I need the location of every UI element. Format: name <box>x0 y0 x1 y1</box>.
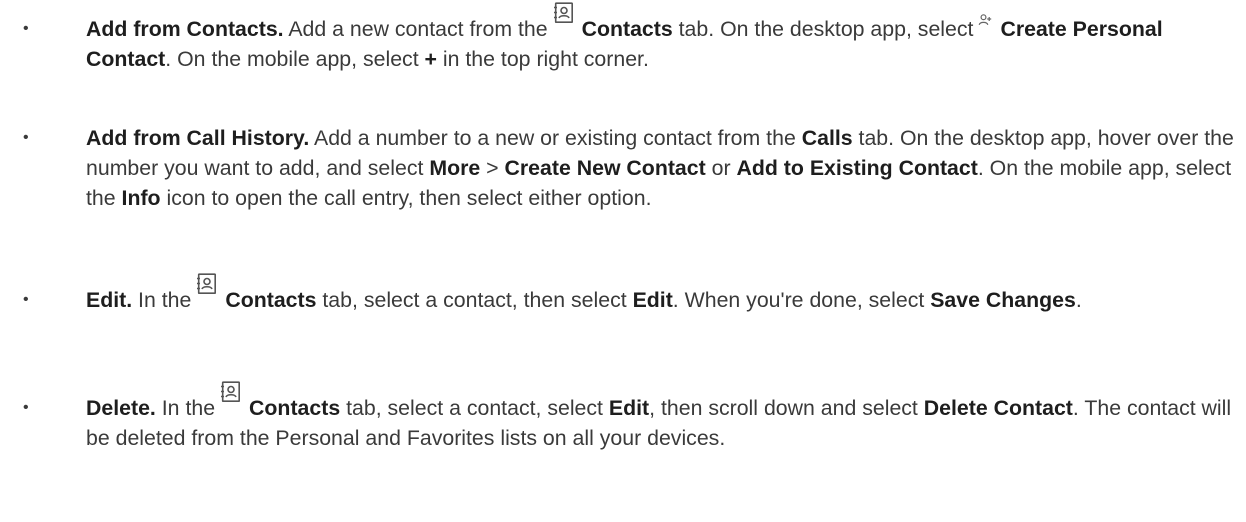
item-text: tab, select a contact, select <box>340 396 609 420</box>
contacts-book-icon <box>552 2 574 24</box>
calls-tab-ref: Calls <box>801 126 853 150</box>
contacts-tab-ref: Contacts <box>249 396 341 420</box>
item-text: tab, select a contact, then select <box>316 288 633 312</box>
item-heading: Edit. <box>86 288 133 312</box>
instruction-list: • Add from Contacts. Add a new contact f… <box>0 0 1246 522</box>
item-text: icon to open the call entry, then select… <box>160 186 652 210</box>
list-item-add-from-contacts: • Add from Contacts. Add a new contact f… <box>23 2 1246 74</box>
contacts-book-icon <box>219 381 241 403</box>
bullet: • <box>23 129 29 146</box>
add-to-existing-contact-ref: Add to Existing Contact <box>736 156 978 180</box>
item-text: . On the mobile app, select <box>165 47 425 71</box>
item-text: Add a number to a new or existing contac… <box>309 126 802 150</box>
save-changes-ref: Save Changes <box>930 288 1076 312</box>
item-text: In the <box>155 396 216 420</box>
plus-ref: + <box>424 47 437 71</box>
item-heading: Add from Call History. <box>86 126 310 150</box>
add-person-icon <box>978 13 992 27</box>
item-text: In the <box>132 288 192 312</box>
item-text: > <box>480 156 505 180</box>
list-item-add-from-call-history: • Add from Call History. Add a number to… <box>23 123 1246 213</box>
item-text: , then scroll down and select <box>649 396 924 420</box>
bullet: • <box>23 399 29 416</box>
more-ref: More <box>429 156 481 180</box>
item-text: Add a new contact from the <box>283 17 548 41</box>
item-text: in the top right corner. <box>436 47 649 71</box>
list-item-delete: • Delete. In the Contacts tab, select a c… <box>23 381 1246 453</box>
contacts-tab-ref: Contacts <box>581 17 673 41</box>
info-ref: Info <box>121 186 161 210</box>
edit-ref: Edit <box>632 288 673 312</box>
list-item-edit: • Edit. In the Contacts tab, select a con… <box>23 273 1246 315</box>
bullet: • <box>23 20 29 37</box>
item-heading: Add from Contacts. <box>86 17 284 41</box>
item-text: or <box>705 156 737 180</box>
contacts-book-icon <box>195 273 217 295</box>
item-text: . <box>1075 288 1082 312</box>
edit-ref: Edit <box>608 396 650 420</box>
item-text: . When you're done, select <box>672 288 931 312</box>
item-text: tab. On the desktop app, select <box>672 17 974 41</box>
bullet: • <box>23 291 29 308</box>
item-heading: Delete. <box>86 396 156 420</box>
contacts-tab-ref: Contacts <box>225 288 317 312</box>
delete-contact-ref: Delete Contact <box>923 396 1073 420</box>
create-new-contact-ref: Create New Contact <box>504 156 706 180</box>
